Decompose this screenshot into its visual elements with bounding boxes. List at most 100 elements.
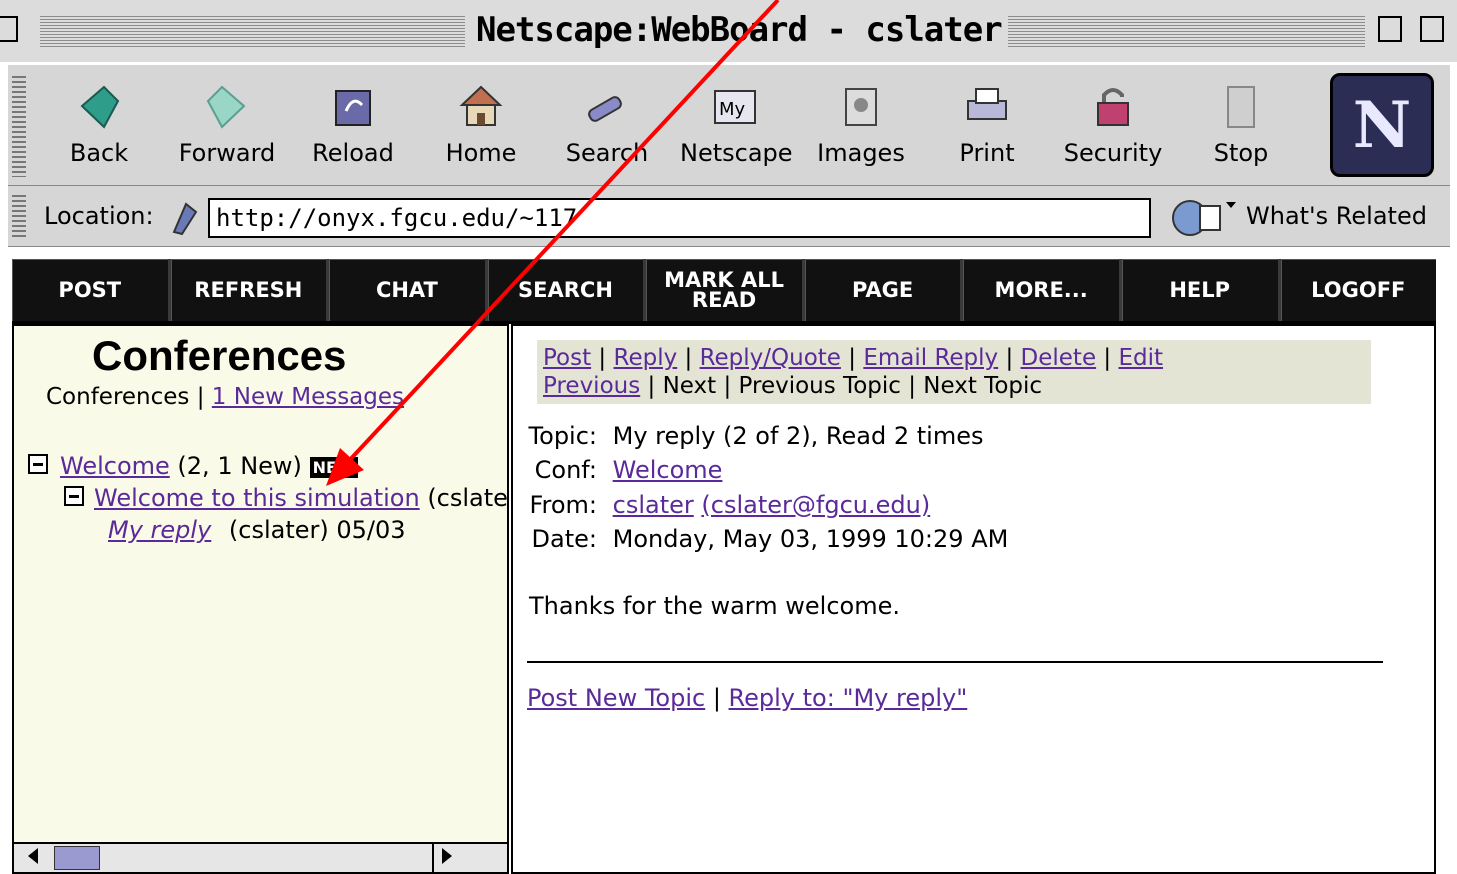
home-label: Home bbox=[445, 139, 517, 167]
from-name-link[interactable]: cslater bbox=[613, 491, 694, 519]
conference-count: (2, 1 New) bbox=[177, 452, 302, 480]
nav-chat-button[interactable]: CHAT bbox=[329, 259, 488, 321]
collapse-conference-toggle[interactable] bbox=[28, 454, 48, 474]
nav-logoff-button[interactable]: LOGOFF bbox=[1281, 259, 1437, 321]
my-netscape-icon: My bbox=[708, 79, 762, 133]
from-meta-row: From: cslater (cslater@fgcu.edu) bbox=[513, 491, 930, 519]
message-body: Thanks for the warm welcome. bbox=[529, 592, 900, 620]
forward-label: Forward bbox=[178, 139, 276, 167]
message-action-bar: Post | Reply | Reply/Quote | Email Reply… bbox=[537, 340, 1371, 404]
zoom-box[interactable] bbox=[1378, 16, 1402, 42]
back-label: Back bbox=[69, 139, 129, 167]
scroll-divider bbox=[432, 844, 434, 872]
netscape-logo-letter: N bbox=[1352, 87, 1412, 163]
netscape-label: Netscape bbox=[680, 139, 793, 167]
webboard-nav-bar: POST REFRESH CHAT SEARCH MARK ALL READ P… bbox=[12, 259, 1436, 324]
print-icon bbox=[960, 79, 1014, 133]
images-button[interactable]: Images bbox=[806, 79, 916, 167]
whats-related-label[interactable]: What's Related bbox=[1246, 202, 1427, 230]
action-email-reply-link[interactable]: Email Reply bbox=[863, 345, 998, 371]
window-title-bar[interactable]: Netscape:WebBoard - cslater bbox=[0, 0, 1457, 62]
conference-row: Welcome (2, 1 New) NEW bbox=[60, 452, 358, 480]
conferences-breadcrumb: Conferences | bbox=[46, 384, 205, 410]
forward-button[interactable]: Forward bbox=[172, 79, 282, 167]
conferences-subheader: Conferences | 1 New Messages bbox=[46, 384, 404, 410]
nav-more-button[interactable]: MORE... bbox=[963, 259, 1122, 321]
location-url-input[interactable]: http://onyx.fgcu.edu/~117 bbox=[208, 198, 1151, 238]
search-label: Search bbox=[565, 139, 649, 167]
action-next-text: Next bbox=[662, 373, 717, 399]
nav-help-button[interactable]: HELP bbox=[1122, 259, 1281, 321]
images-label: Images bbox=[817, 139, 905, 167]
location-bar: Location: http://onyx.fgcu.edu/~117 What… bbox=[8, 186, 1450, 247]
location-grip[interactable] bbox=[12, 192, 26, 240]
stop-icon bbox=[1214, 79, 1268, 133]
home-icon bbox=[454, 79, 508, 133]
scroll-thumb[interactable] bbox=[54, 846, 100, 870]
forward-icon bbox=[200, 79, 254, 133]
action-previous-link[interactable]: Previous bbox=[543, 373, 640, 399]
security-lock-icon bbox=[1086, 79, 1140, 133]
title-bar-stripes bbox=[40, 14, 465, 48]
reply-my-reply-link[interactable]: My reply bbox=[108, 516, 211, 544]
action-reply-link[interactable]: Reply bbox=[614, 345, 678, 371]
reload-label: Reload bbox=[312, 139, 394, 167]
home-button[interactable]: Home bbox=[426, 79, 536, 167]
security-label: Security bbox=[1063, 139, 1163, 167]
topic-author: (cslater) bbox=[427, 484, 508, 512]
back-button[interactable]: Back bbox=[44, 79, 154, 167]
nav-refresh-button[interactable]: REFRESH bbox=[171, 259, 330, 321]
reload-button[interactable]: Reload bbox=[298, 79, 408, 167]
nav-search-button[interactable]: SEARCH bbox=[488, 259, 647, 321]
new-badge: NEW bbox=[309, 456, 358, 478]
reply-to-link[interactable]: Reply to: "My reply" bbox=[729, 684, 968, 712]
topic-welcome-simulation-link[interactable]: Welcome to this simulation bbox=[94, 484, 420, 512]
from-label: From: bbox=[529, 491, 597, 519]
from-email-link[interactable]: (cslater@fgcu.edu) bbox=[701, 491, 930, 519]
netscape-logo-icon[interactable]: N bbox=[1330, 73, 1434, 177]
new-messages-link[interactable]: 1 New Messages bbox=[212, 384, 404, 410]
post-new-topic-link[interactable]: Post New Topic bbox=[527, 684, 705, 712]
topic-label: Topic: bbox=[528, 422, 597, 450]
date-label: Date: bbox=[531, 525, 597, 553]
toolbar-grip[interactable] bbox=[12, 73, 26, 177]
topic-meta-row: Topic: My reply (2 of 2), Read 2 times bbox=[513, 422, 984, 450]
conf-label: Conf: bbox=[534, 456, 597, 484]
collapse-box[interactable] bbox=[1420, 16, 1444, 42]
print-label: Print bbox=[959, 139, 1015, 167]
action-edit-link[interactable]: Edit bbox=[1118, 345, 1163, 371]
conference-welcome-link[interactable]: Welcome bbox=[60, 452, 170, 480]
stop-button[interactable]: Stop bbox=[1186, 79, 1296, 167]
topic-value: My reply (2 of 2), Read 2 times bbox=[612, 422, 984, 450]
title-bar-stripes bbox=[985, 14, 1365, 48]
search-icon bbox=[580, 79, 634, 133]
scroll-right-arrow-icon[interactable] bbox=[442, 848, 452, 864]
my-netscape-button[interactable]: My Netscape bbox=[680, 79, 793, 167]
date-meta-row: Date: Monday, May 03, 1999 10:29 AM bbox=[513, 525, 1009, 553]
conf-welcome-link[interactable]: Welcome bbox=[613, 456, 723, 484]
svg-text:My: My bbox=[719, 99, 746, 120]
reload-icon bbox=[326, 79, 380, 133]
nav-mark-all-read-button[interactable]: MARK ALL READ bbox=[646, 259, 805, 321]
nav-page-button[interactable]: PAGE bbox=[805, 259, 964, 321]
action-post-link[interactable]: Post bbox=[543, 345, 591, 371]
print-button[interactable]: Print bbox=[932, 79, 1042, 167]
images-icon bbox=[834, 79, 888, 133]
scroll-left-arrow-icon[interactable] bbox=[28, 848, 38, 864]
action-reply-quote-link[interactable]: Reply/Quote bbox=[700, 345, 841, 371]
date-value: Monday, May 03, 1999 10:29 AM bbox=[612, 525, 1009, 553]
nav-post-button[interactable]: POST bbox=[12, 259, 171, 321]
close-box[interactable] bbox=[0, 16, 18, 42]
message-footer: Post New Topic | Reply to: "My reply" bbox=[527, 684, 968, 712]
collapse-topic-toggle[interactable] bbox=[64, 486, 84, 506]
action-next-topic-text: Next Topic bbox=[923, 373, 1043, 399]
action-delete-link[interactable]: Delete bbox=[1021, 345, 1097, 371]
horizontal-scrollbar[interactable] bbox=[14, 842, 507, 872]
page-proxy-icon[interactable] bbox=[168, 198, 202, 240]
security-button[interactable]: Security bbox=[1058, 79, 1168, 167]
search-button[interactable]: Search bbox=[552, 79, 662, 167]
message-divider bbox=[527, 661, 1383, 663]
whats-related-icon[interactable] bbox=[1170, 196, 1242, 242]
conference-tree-frame: Conferences Conferences | 1 New Messages… bbox=[12, 324, 509, 874]
reply-meta: (cslater) 05/03 bbox=[228, 516, 406, 544]
